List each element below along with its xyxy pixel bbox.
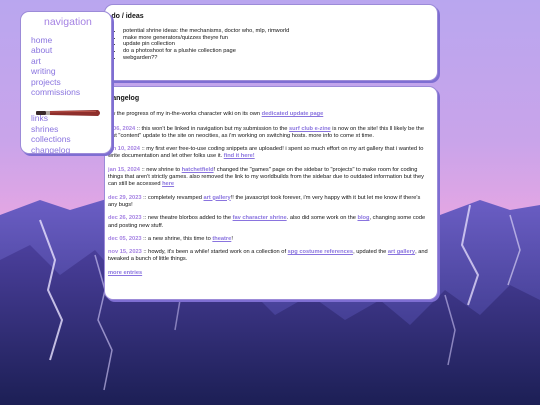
entry-text: !	[231, 235, 233, 242]
entry-date: dec 05, 2023	[108, 235, 142, 242]
entry-text: :: new theatre blorbos added to the	[141, 215, 233, 222]
changelog-entry: dec 05, 2023 :: a new shrine, this time …	[108, 236, 429, 243]
changelog-intro: ow the progress of my in-the-works chara…	[108, 111, 429, 118]
changelog-entry: b 06, 2024 :: this won't be linked in na…	[108, 126, 429, 141]
nav-shrines[interactable]: shrines	[31, 124, 111, 134]
list-item: make more generators/quizzes theyre fun	[123, 35, 429, 42]
nav-art[interactable]: art	[31, 56, 111, 66]
nav-about[interactable]: about	[31, 45, 111, 55]
changelog-panel: hangelog ow the progress of my in-the-wo…	[104, 86, 438, 300]
find-it-here-link[interactable]: find it here!	[224, 153, 255, 159]
navigation-panel: navigation home about art writing projec…	[20, 11, 112, 155]
update-page-link[interactable]: dedicated update page	[262, 111, 324, 117]
changelog-entry: nov 15, 2023 :: howdy, it's been a while…	[108, 249, 429, 264]
art-gallery-link[interactable]: art gallery	[204, 195, 231, 201]
changelog-entry: jan 15, 2024 :: new shrine to hatchetfie…	[108, 167, 429, 189]
nav-writing[interactable]: writing	[31, 66, 111, 76]
fav-character-shrine-link[interactable]: fav character shrine	[233, 215, 287, 221]
entry-text: :: new shrine to	[139, 166, 182, 173]
changelog-entry: dec 26, 2023 :: new theatre blorbos adde…	[108, 215, 429, 230]
changelog-entry: jan 10, 2024 :: my first ever free-to-us…	[108, 146, 429, 161]
nav-projects[interactable]: projects	[31, 77, 111, 87]
list-item: update pin collection	[123, 41, 429, 48]
list-item: do a photoshoot for a plushie collection…	[123, 48, 429, 55]
nav-home[interactable]: home	[31, 35, 111, 45]
entry-text: . also did some work on the	[286, 215, 358, 222]
nav-changelog[interactable]: changelog	[31, 145, 111, 155]
entry-text: :: howdy, it's been a while! started wor…	[141, 249, 288, 256]
entry-text: :: a new shrine, this time to	[141, 235, 213, 242]
entry-date: dec 29, 2023	[108, 194, 142, 201]
entry-text: :: completely revamped	[141, 194, 204, 201]
entry-text: :: this won't be linked in navigation bu…	[135, 125, 289, 132]
spg-costume-link[interactable]: spg costume references	[288, 249, 353, 255]
todo-panel: -do / ideas potential shrine ideas: the …	[104, 4, 438, 81]
todo-list: potential shrine ideas: the mechanisms, …	[113, 28, 429, 61]
list-item: potential shrine ideas: the mechanisms, …	[123, 28, 429, 35]
list-item: webgarden??	[123, 55, 429, 62]
intro-text: ow the progress of my in-the-works chara…	[108, 111, 261, 118]
theatre-link[interactable]: theatre	[212, 236, 231, 242]
changelog-title: hangelog	[108, 95, 140, 102]
nav-title: navigation	[44, 16, 92, 28]
entry-date: jan 15, 2024	[108, 166, 140, 173]
blog-link[interactable]: blog	[357, 215, 369, 221]
nav-commissions[interactable]: commissions	[31, 87, 111, 97]
entry-date: jan 10, 2024	[108, 146, 140, 153]
entry-date: nov 15, 2023	[108, 249, 142, 256]
entry-date: b 06, 2024	[108, 125, 136, 132]
todo-title: -do / ideas	[109, 13, 144, 20]
entry-date: dec 26, 2023	[108, 215, 142, 222]
entry-text: , updated the	[353, 249, 388, 256]
hatchetfield-link[interactable]: hatchetfield	[182, 167, 214, 173]
paintbrush-icon	[36, 110, 100, 116]
art-gallery-link[interactable]: art gallery	[388, 249, 415, 255]
nav-collections[interactable]: collections	[31, 134, 111, 144]
surf-club-link[interactable]: surf club e-zine	[289, 126, 331, 132]
entry-text: :: my first ever free-to-use coding snip…	[108, 146, 424, 160]
changelog-entry: dec 29, 2023 :: completely revamped art …	[108, 195, 429, 210]
more-entries-link[interactable]: more entries	[108, 270, 142, 276]
worldbuilds-link[interactable]: here	[162, 181, 174, 187]
